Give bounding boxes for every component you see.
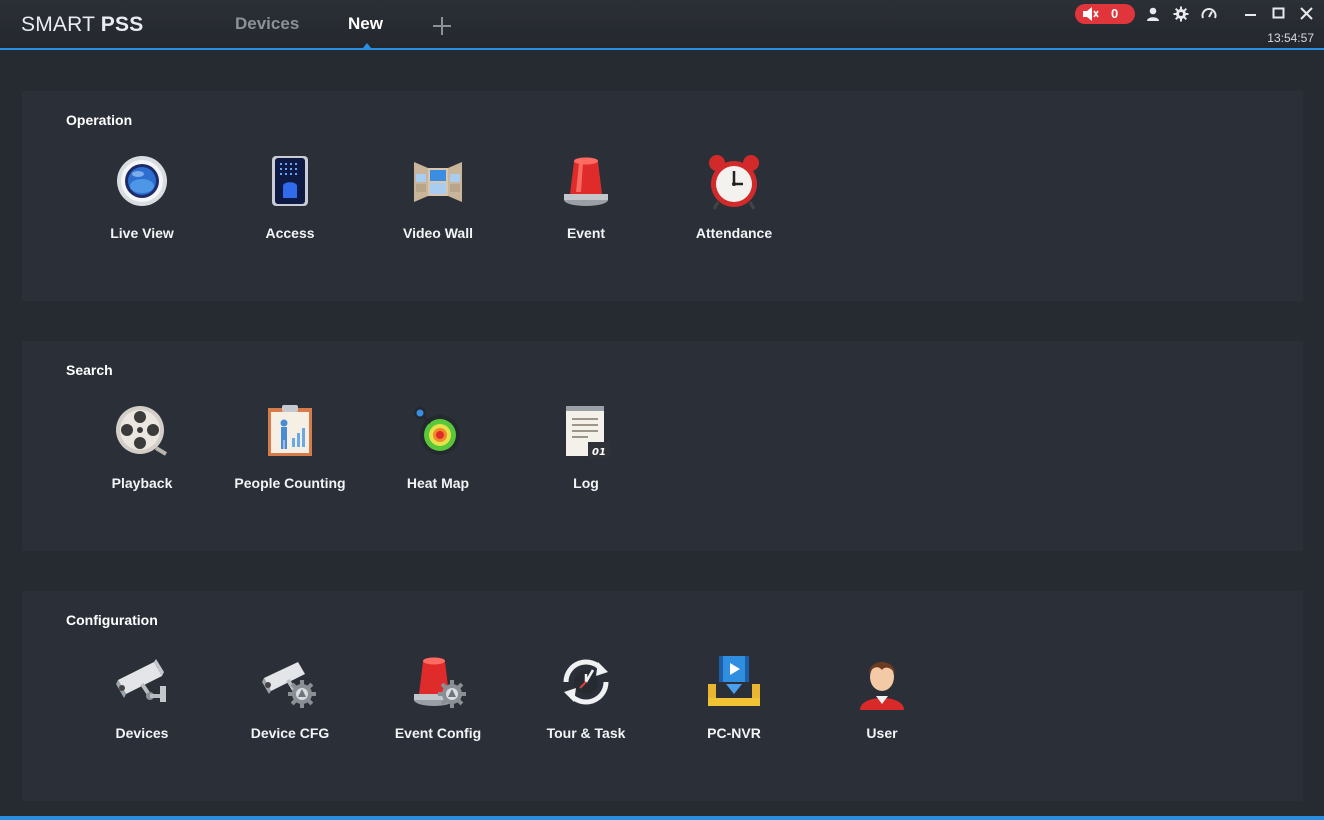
module-label: Devices: [115, 725, 169, 741]
heat-map-icon: [414, 407, 460, 455]
clock: 13:54:57: [1267, 31, 1314, 45]
module-label: Event: [566, 225, 606, 241]
user-avatar-icon: [860, 662, 904, 710]
bottom-accent-bar: [0, 816, 1324, 820]
dashboard-icon[interactable]: [1201, 6, 1217, 22]
module-label: User: [866, 725, 898, 741]
module-devices[interactable]: Devices: [72, 654, 212, 744]
module-label: Live View: [110, 225, 174, 241]
minimize-icon[interactable]: [1243, 6, 1259, 22]
alarm-count: 0: [1111, 6, 1119, 21]
module-people-counting[interactable]: People Counting: [220, 404, 360, 494]
video-wall-icon: [414, 162, 462, 202]
module-event-config[interactable]: Event Config: [368, 654, 508, 744]
section-title: Search: [66, 362, 113, 378]
module-label: Attendance: [695, 225, 773, 241]
module-label: People Counting: [234, 475, 346, 491]
configuration-section: Configuration Devices Device CFG Event C…: [22, 591, 1303, 801]
live-view-icon: [117, 156, 167, 206]
section-title: Configuration: [66, 612, 158, 628]
module-label: Access: [265, 225, 315, 241]
alarm-clock-icon: [709, 155, 759, 210]
active-tab-indicator: [363, 43, 371, 48]
module-video-wall[interactable]: Video Wall: [368, 154, 508, 244]
module-heat-map[interactable]: Heat Map: [368, 404, 508, 494]
tour-task-icon: [563, 659, 609, 705]
module-playback[interactable]: Playback: [72, 404, 212, 494]
alarm-light-gear-icon: [414, 657, 466, 708]
module-label: Playback: [111, 475, 173, 491]
module-label: Heat Map: [406, 475, 470, 491]
module-label: Device CFG: [250, 725, 330, 741]
log-icon: 01: [566, 406, 610, 458]
speaker-icon: [1083, 7, 1099, 21]
module-user[interactable]: User: [812, 654, 952, 744]
module-label: Tour & Task: [546, 725, 626, 741]
module-live-view[interactable]: Live View: [72, 154, 212, 244]
module-attendance[interactable]: Attendance: [664, 154, 804, 244]
camera-gear-icon: [262, 662, 316, 708]
module-event[interactable]: Event: [516, 154, 656, 244]
module-log[interactable]: 01 Log: [516, 404, 656, 494]
section-title: Operation: [66, 112, 133, 128]
film-reel-icon: [116, 406, 168, 456]
search-section: Search Playback People Counting Heat Map…: [22, 341, 1303, 551]
pc-nvr-icon: [708, 656, 760, 706]
tab-devices[interactable]: Devices: [235, 14, 299, 34]
module-label: Event Config: [394, 725, 482, 741]
alarm-light-icon: [564, 157, 608, 206]
module-access[interactable]: Access: [220, 154, 360, 244]
module-label: Video Wall: [402, 225, 473, 241]
add-tab-button[interactable]: [431, 15, 453, 37]
tab-new[interactable]: New: [348, 14, 383, 34]
log-icon-date: 01: [592, 447, 606, 458]
camera-icon: [116, 659, 166, 702]
access-icon: [272, 156, 308, 206]
module-tour-task[interactable]: Tour & Task: [516, 654, 656, 744]
close-icon[interactable]: [1299, 6, 1315, 22]
module-label: PC-NVR: [707, 725, 761, 741]
people-counting-icon: [268, 405, 312, 456]
operation-section: Operation Live View Access Video Wall Ev…: [22, 91, 1303, 301]
alarm-count-button[interactable]: 0: [1075, 4, 1135, 24]
module-pc-nvr[interactable]: PC-NVR: [664, 654, 804, 744]
user-icon[interactable]: [1145, 6, 1161, 22]
module-device-cfg[interactable]: Device CFG: [220, 654, 360, 744]
gear-icon[interactable]: [1173, 6, 1189, 22]
module-label: Log: [573, 475, 599, 491]
app-logo: SMART PSS: [21, 13, 144, 36]
maximize-icon[interactable]: [1271, 6, 1287, 22]
title-bar: SMART PSS Devices New 0 13:54:57: [0, 0, 1324, 50]
